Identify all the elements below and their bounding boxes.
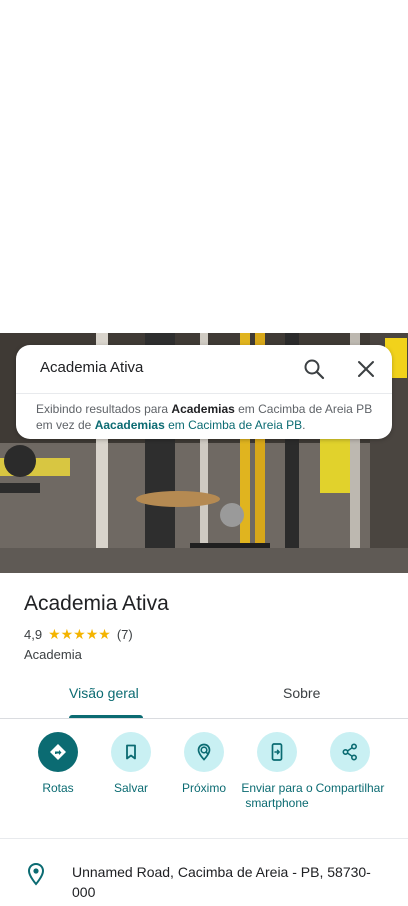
review-count: (7) (116, 627, 133, 642)
rating-stars: ★★★★★ (48, 626, 111, 642)
share-label: Compartilhar (315, 781, 385, 795)
bookmark-icon (126, 744, 136, 760)
nearby-icon (197, 743, 211, 761)
place-tabs: Visão geral Sobre (0, 672, 408, 719)
address-text: Unnamed Road, Cacimba de Areia - PB, 587… (72, 864, 371, 900)
place-category: Academia (24, 647, 82, 662)
location-pin-icon (27, 862, 45, 886)
original-term: Aacademias (94, 418, 165, 432)
save-button[interactable]: Salvar (93, 732, 169, 796)
directions-circle (38, 732, 78, 772)
spelling-suggestion: Exibindo resultados para Academias em Ca… (36, 401, 376, 433)
share-button[interactable]: Compartilhar (312, 732, 388, 796)
active-tab-indicator (69, 715, 143, 718)
section-divider (0, 838, 408, 839)
save-label: Salvar (113, 781, 148, 795)
send-to-phone-icon (271, 743, 283, 761)
suggestion-suffix: . (302, 418, 306, 432)
nearby-circle (184, 732, 224, 772)
rating-value: 4,9 (24, 627, 43, 642)
send-to-phone-button[interactable]: Enviar para o smartphone (239, 732, 315, 811)
tab-overview[interactable]: Visão geral (69, 685, 139, 701)
action-buttons: Rotas Salvar Próximo Enviar para o smart… (0, 732, 408, 828)
send-to-phone-label: Enviar para o smartphone (241, 781, 313, 810)
search-query[interactable]: Academia Ativa (40, 359, 143, 376)
share-circle (330, 732, 370, 772)
nearby-label: Próximo (181, 781, 226, 795)
search-icon (304, 359, 325, 380)
directions-label: Rotas (42, 781, 74, 795)
rating-row[interactable]: 4,9 ★★★★★ (7) (24, 626, 133, 643)
original-search-link[interactable]: Aacademias em Cacimba de Areia PB (95, 418, 302, 432)
directions-button[interactable]: Rotas (20, 732, 96, 796)
close-button[interactable] (354, 357, 378, 381)
search-button[interactable] (302, 357, 326, 381)
suggestion-prefix: Exibindo resultados para (36, 402, 172, 416)
send-to-phone-circle (257, 732, 297, 772)
original-location: em Cacimba de Areia PB (164, 418, 303, 432)
save-circle (111, 732, 151, 772)
close-icon (358, 361, 374, 377)
corrected-term: Academias (171, 402, 235, 416)
tab-about[interactable]: Sobre (283, 685, 320, 701)
nearby-button[interactable]: Próximo (166, 732, 242, 796)
directions-icon (50, 744, 66, 760)
search-card: Academia Ativa Exibindo resultados para … (16, 345, 392, 439)
place-title: Academia Ativa (24, 592, 169, 615)
address-row[interactable]: Unnamed Road, Cacimba de Areia - PB, 587… (0, 850, 408, 906)
card-divider (16, 393, 392, 394)
share-icon (342, 743, 358, 761)
